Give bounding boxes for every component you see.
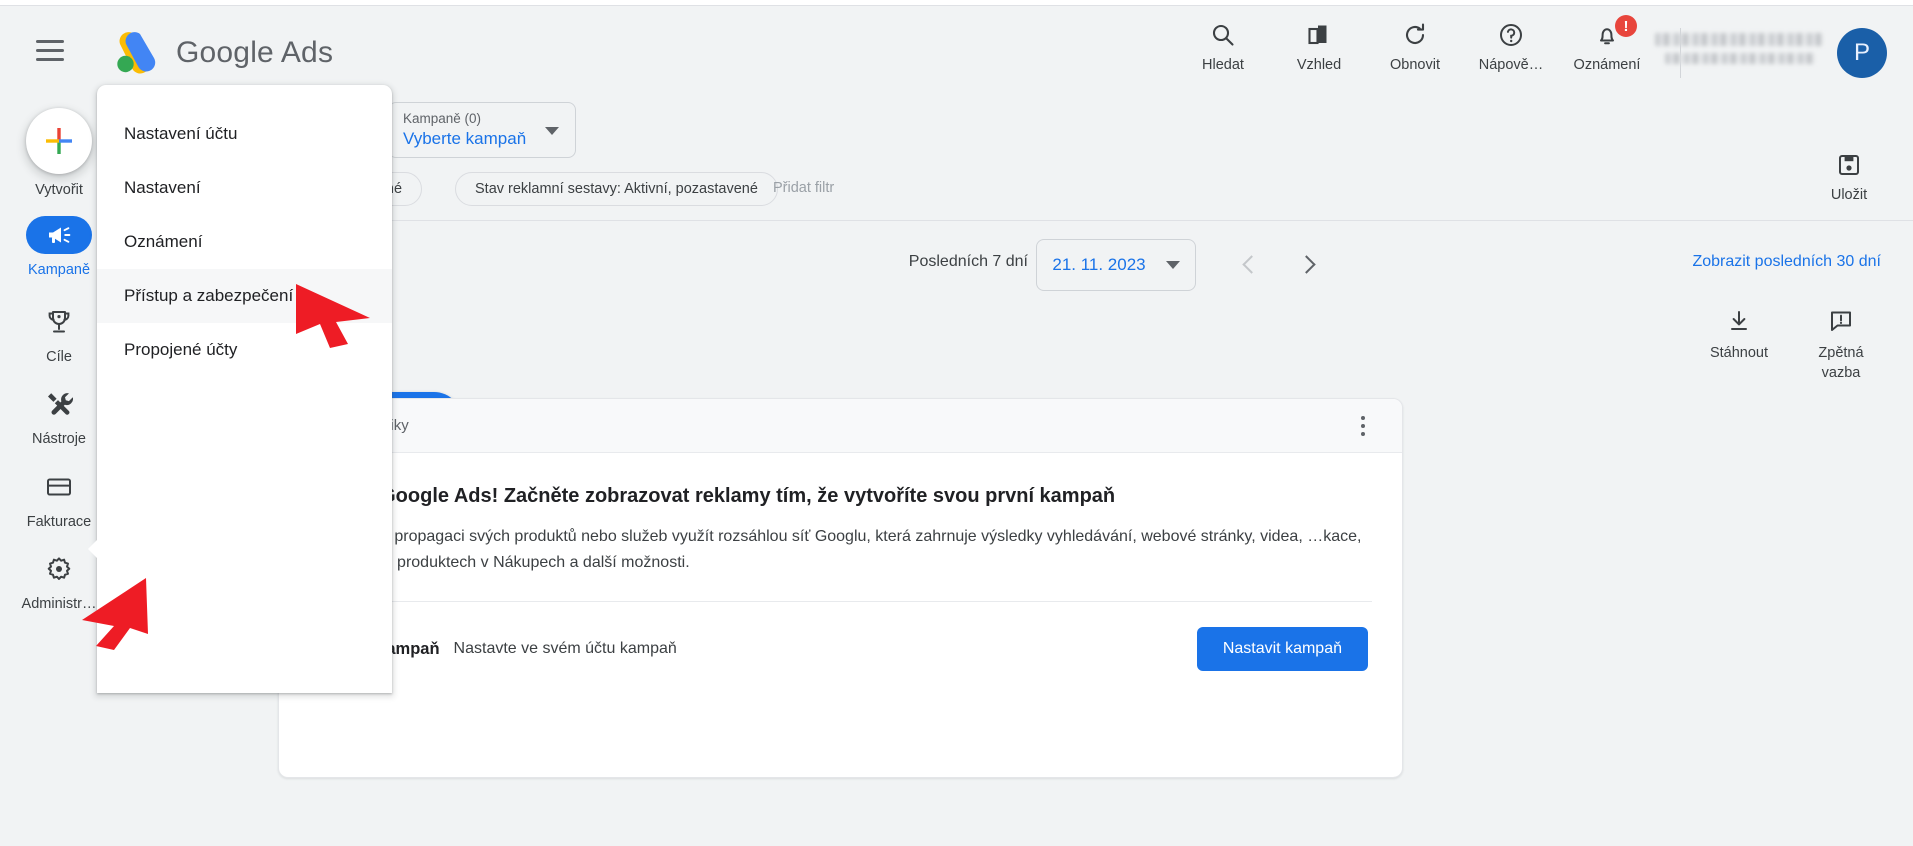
billing-card-icon xyxy=(45,468,73,506)
feedback-button[interactable]: Zpětná vazba xyxy=(1793,306,1889,383)
show-last-30-days-link[interactable]: Zobrazit posledních 30 dní xyxy=(1692,253,1881,271)
add-filter-button[interactable]: Přidat filtr xyxy=(773,180,834,196)
hamburger-menu-icon[interactable] xyxy=(36,40,64,62)
toolbar-search[interactable]: Hledat xyxy=(1175,20,1271,73)
plus-icon xyxy=(26,108,92,174)
date-picker-value: 21. 11. 2023 xyxy=(1052,255,1146,274)
google-ads-logo[interactable]: Google Ads xyxy=(110,30,333,76)
sidebar-item-campaigns-label: Kampaně xyxy=(27,262,91,278)
chevron-down-icon xyxy=(1165,261,1180,269)
account-info-redacted xyxy=(1655,33,1823,73)
chevron-down-icon xyxy=(545,127,559,135)
sidebar-item-create-label: Vytvořit xyxy=(35,182,83,198)
active-menu-caret xyxy=(88,527,110,571)
account-id-blur xyxy=(1665,53,1815,64)
avatar[interactable]: P xyxy=(1837,28,1887,78)
card-action-subtitle: Nastavte ve svém účtu kampaň xyxy=(453,640,677,658)
overview-card: …y diagnostiky …užba Google Ads! Začněte… xyxy=(278,398,1403,778)
kebab-dot xyxy=(1360,416,1366,421)
notifications-badge: ! xyxy=(1615,15,1637,37)
campaign-selector[interactable]: Kampaně (0) Vyberte kampaň xyxy=(388,102,576,158)
gear-icon xyxy=(45,550,73,588)
date-range-label: Posledních 7 dní xyxy=(908,253,1028,270)
cursor-arrow-menu-item xyxy=(292,278,374,350)
kebab-dot xyxy=(1360,431,1366,436)
appearance-icon xyxy=(1306,20,1332,50)
sidebar-item-goals-label: Cíle xyxy=(46,349,72,365)
sidebar-item-billing-label: Fakturace xyxy=(26,514,92,530)
toolbar-notifications-label: Oznámení xyxy=(1573,57,1641,73)
toolbar-help[interactable]: Nápově… xyxy=(1463,20,1559,73)
toolbar-appearance-label: Vzhled xyxy=(1296,57,1342,73)
sidebar-item-tools-label: Nástroje xyxy=(32,431,86,447)
feedback-icon xyxy=(1828,306,1854,336)
menu-item-notifications[interactable]: Oznámení xyxy=(97,215,392,269)
chevron-left-icon xyxy=(1241,254,1261,274)
header-toolbar: Hledat Vzhled Obnovit Nápově… ! Oznámení xyxy=(1175,15,1655,73)
toolbar-notifications[interactable]: ! Oznámení xyxy=(1559,15,1655,73)
browser-tab-underline xyxy=(488,0,818,5)
card-description: …můžete k propagaci svých produktů nebo … xyxy=(309,528,1362,571)
trophy-icon xyxy=(45,303,73,341)
menu-item-settings[interactable]: Nastavení xyxy=(97,161,392,215)
download-button-label: Stáhnout xyxy=(1709,345,1769,361)
card-action-row: …stavit kampaň Nastavte ve svém účtu kam… xyxy=(309,602,1372,696)
toolbar-appearance[interactable]: Vzhled xyxy=(1271,20,1367,73)
kebab-dot xyxy=(1360,423,1366,429)
previous-period-button[interactable] xyxy=(1234,247,1268,281)
download-icon xyxy=(1726,306,1752,336)
toolbar-search-label: Hledat xyxy=(1202,57,1244,73)
megaphone-icon xyxy=(26,216,92,254)
app-title: Google Ads xyxy=(176,36,334,69)
search-icon xyxy=(1210,20,1236,50)
save-disk-icon xyxy=(1836,150,1862,180)
next-period-button[interactable] xyxy=(1289,247,1323,281)
campaign-selector-value: Vyberte kampaň xyxy=(403,129,527,148)
chevron-right-icon xyxy=(1296,254,1316,274)
date-picker[interactable]: 21. 11. 2023 xyxy=(1036,239,1196,291)
tools-icon xyxy=(45,385,73,423)
toolbar-refresh-label: Obnovit xyxy=(1390,57,1440,73)
feedback-button-label: Zpětná vazba xyxy=(1818,345,1864,381)
ads-logo-icon xyxy=(110,30,162,76)
campaign-selector-count: Kampaně (0) xyxy=(403,111,482,126)
save-button-label: Uložit xyxy=(1830,187,1868,203)
card-body: …užba Google Ads! Začněte zobrazovat rek… xyxy=(279,453,1402,696)
filter-chip-adgroup-status[interactable]: Stav reklamní sestavy: Aktivní, pozastav… xyxy=(455,172,778,206)
account-name-blur xyxy=(1655,33,1823,46)
card-more-options-button[interactable] xyxy=(1348,411,1378,441)
google-ads-page: Google Ads Hledat Vzhled Obnovit Nápově…… xyxy=(0,0,1913,846)
card-header: …y diagnostiky xyxy=(279,399,1402,453)
toolbar-help-label: Nápově… xyxy=(1478,57,1544,73)
refresh-icon xyxy=(1402,20,1428,50)
card-title: …užba Google Ads! Začněte zobrazovat rek… xyxy=(309,485,1116,507)
download-button[interactable]: Stáhnout xyxy=(1691,306,1787,383)
menu-item-account-settings[interactable]: Nastavení účtu xyxy=(97,107,392,161)
help-icon xyxy=(1498,20,1524,50)
save-button[interactable]: Uložit xyxy=(1801,150,1897,203)
toolbar-refresh[interactable]: Obnovit xyxy=(1367,20,1463,73)
cursor-arrow-admin-item xyxy=(72,576,152,652)
setup-campaign-button[interactable]: Nastavit kampaň xyxy=(1196,627,1368,672)
content-actions: Stáhnout Zpětná vazba xyxy=(1691,306,1889,383)
